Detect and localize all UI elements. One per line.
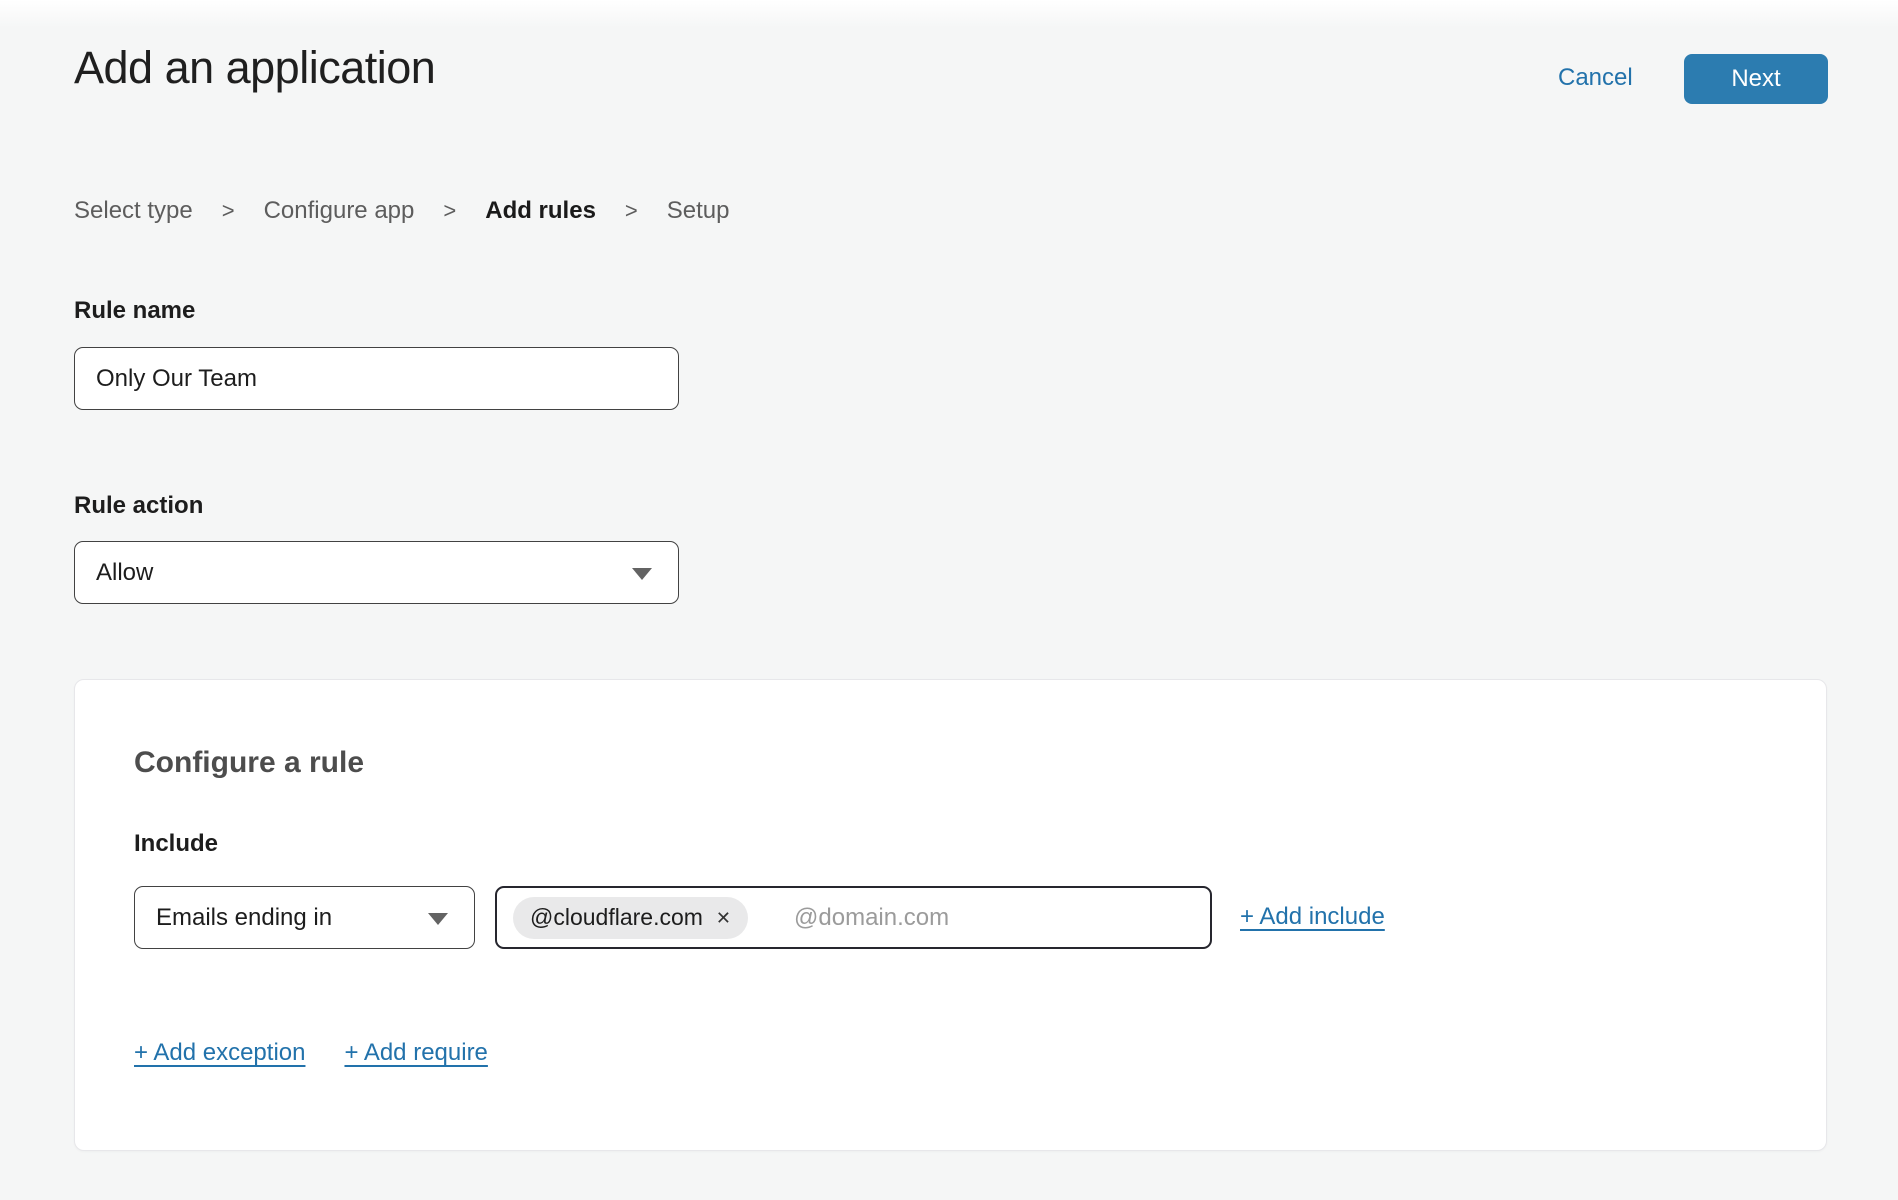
- add-exception-link[interactable]: + Add exception: [134, 1039, 305, 1067]
- include-selector-select[interactable]: Emails ending in: [134, 886, 475, 949]
- breadcrumb-separator: >: [625, 198, 638, 224]
- breadcrumb-separator: >: [222, 198, 235, 224]
- breadcrumb-separator: >: [443, 198, 456, 224]
- breadcrumb: Select type > Configure app > Add rules …: [74, 197, 730, 225]
- breadcrumb-step-setup[interactable]: Setup: [667, 197, 730, 225]
- next-button[interactable]: Next: [1684, 54, 1828, 104]
- rule-card-bottom-links: + Add exception + Add require: [134, 1039, 488, 1067]
- rule-name-label: Rule name: [74, 297, 195, 325]
- breadcrumb-step-add-rules[interactable]: Add rules: [485, 197, 596, 225]
- remove-tag-icon[interactable]: ✕: [716, 909, 731, 927]
- rule-card-title: Configure a rule: [134, 746, 364, 780]
- rule-action-selected-value: Allow: [96, 559, 153, 587]
- page-title: Add an application: [74, 42, 435, 94]
- caret-down-icon: [632, 568, 652, 580]
- configure-rule-card: Configure a rule Include Emails ending i…: [74, 679, 1827, 1151]
- rule-name-input[interactable]: [74, 347, 679, 410]
- include-selector-value: Emails ending in: [156, 904, 332, 932]
- email-domain-entry-input[interactable]: [794, 904, 1194, 932]
- cancel-button[interactable]: Cancel: [1558, 64, 1633, 92]
- caret-down-icon: [428, 913, 448, 925]
- add-include-link[interactable]: + Add include: [1240, 903, 1385, 931]
- top-strip: [0, 0, 1898, 28]
- rule-action-select[interactable]: Allow: [74, 541, 679, 604]
- breadcrumb-step-configure-app[interactable]: Configure app: [264, 197, 415, 225]
- add-require-link[interactable]: + Add require: [344, 1039, 487, 1067]
- include-value-tag-input[interactable]: @cloudflare.com ✕: [495, 886, 1212, 949]
- email-domain-tag-label: @cloudflare.com: [530, 904, 703, 931]
- breadcrumb-step-select-type[interactable]: Select type: [74, 197, 193, 225]
- include-label: Include: [134, 830, 218, 858]
- email-domain-tag: @cloudflare.com ✕: [513, 897, 748, 939]
- rule-action-label: Rule action: [74, 492, 203, 520]
